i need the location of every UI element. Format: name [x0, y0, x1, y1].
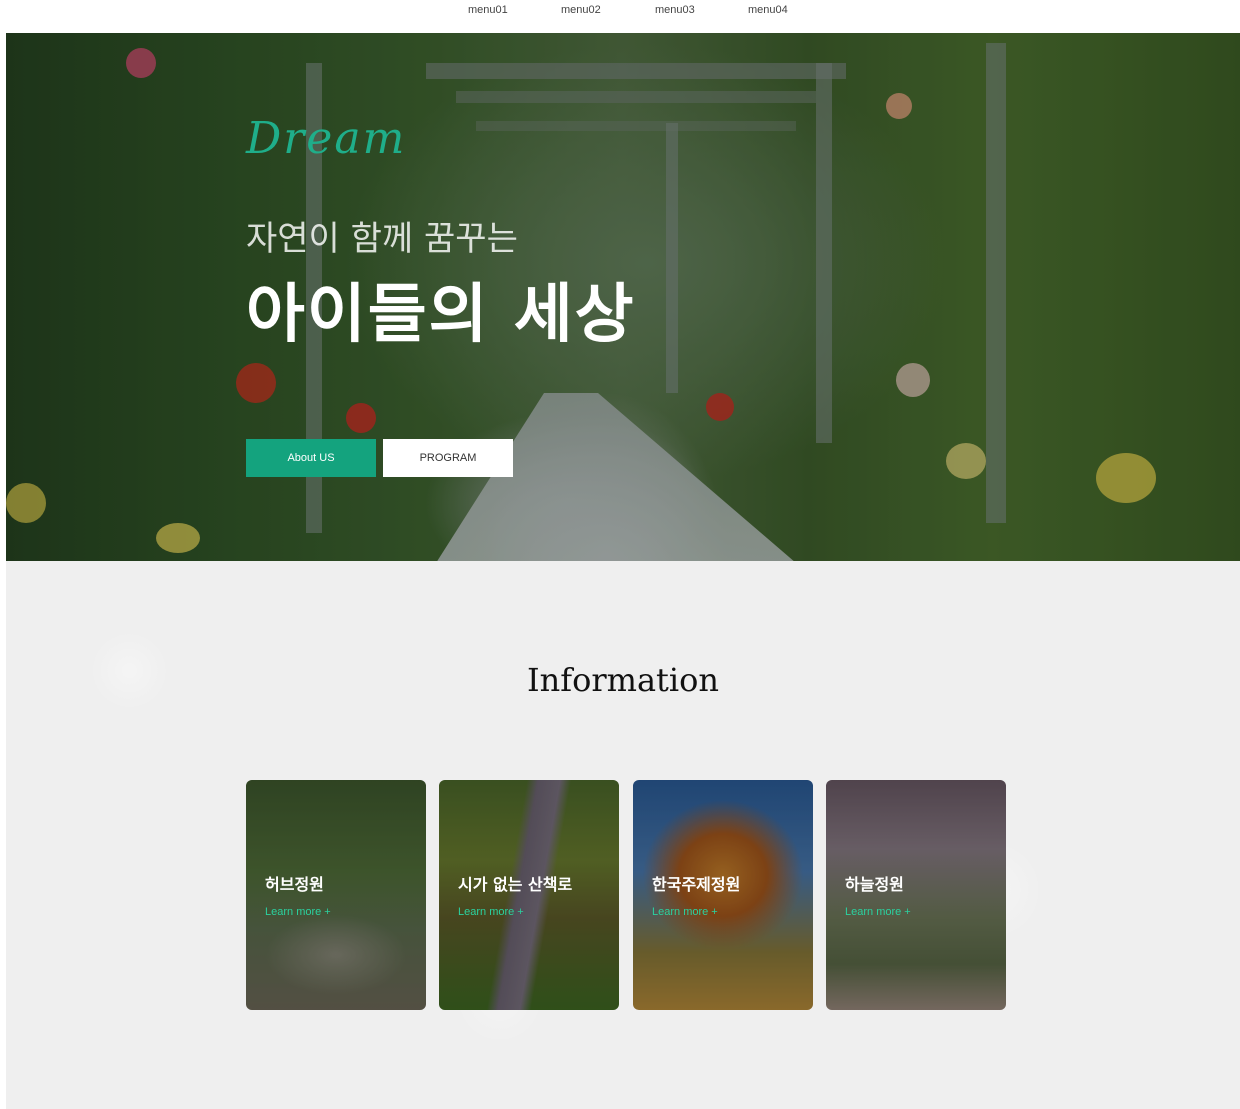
hero-banner: Dream 자연이 함께 꿈꾸는 아이들의 세상 About US PROGRA…: [6, 33, 1240, 561]
learn-more-link[interactable]: Learn more +: [458, 906, 524, 918]
card-overlay: [246, 780, 426, 1010]
nav-menu03[interactable]: menu03: [655, 4, 695, 16]
program-button[interactable]: PROGRAM: [383, 439, 513, 477]
information-title: Information: [526, 661, 720, 699]
information-section: Information 허브정원 Learn more + 시가 없는 산책로 …: [6, 561, 1240, 1109]
info-card-sky-garden[interactable]: 하늘정원 Learn more +: [826, 780, 1006, 1010]
info-card-herb-garden[interactable]: 허브정원 Learn more +: [246, 780, 426, 1010]
nav-menu01[interactable]: menu01: [468, 4, 508, 16]
card-overlay: [826, 780, 1006, 1010]
card-title: 시가 없는 산책로: [458, 875, 573, 894]
about-us-button[interactable]: About US: [246, 439, 376, 477]
nav-menu04[interactable]: menu04: [748, 4, 788, 16]
card-title: 한국주제정원: [652, 875, 741, 894]
card-overlay: [439, 780, 619, 1010]
learn-more-link[interactable]: Learn more +: [652, 906, 718, 918]
card-title: 허브정원: [265, 875, 324, 894]
hero-subtitle: 자연이 함께 꿈꾸는: [246, 219, 518, 259]
info-card-walkway[interactable]: 시가 없는 산책로 Learn more +: [439, 780, 619, 1010]
learn-more-link[interactable]: Learn more +: [845, 906, 911, 918]
top-nav: menu01 menu02 menu03 menu04: [0, 0, 1240, 33]
info-card-korean-garden[interactable]: 한국주제정원 Learn more +: [633, 780, 813, 1010]
learn-more-link[interactable]: Learn more +: [265, 906, 331, 918]
hero-title: 아이들의 세상: [246, 278, 636, 352]
nav-menu02[interactable]: menu02: [561, 4, 601, 16]
brand-logo: Dream: [246, 113, 407, 164]
card-title: 하늘정원: [845, 875, 904, 894]
card-overlay: [633, 780, 813, 1010]
